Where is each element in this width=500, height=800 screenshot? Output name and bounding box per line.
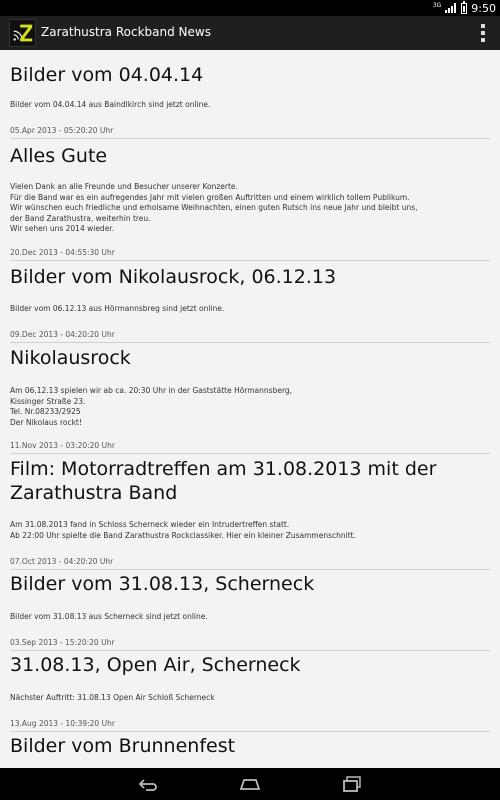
news-item[interactable]: Bilder vom 04.04.14: [10, 63, 490, 87]
zarathustra-app-icon[interactable]: [9, 19, 36, 47]
news-date-block: 13.Aug 2013 - 10:39:20 Uhr: [10, 719, 490, 728]
action-bar: Zarathustra Rockband News: [0, 16, 500, 50]
news-body-line: Bilder vom 06.12.13 aus Hörmannsbreg sin…: [10, 304, 225, 313]
news-body-line: Wir sehen uns 2014 wieder.: [10, 224, 115, 233]
news-body-line: Kissinger Straße 23.: [10, 396, 86, 406]
news-body-line: Bilder vom 04.04.14 aus Baindlkirch sind…: [10, 100, 211, 109]
news-date: 20.Dec 2013 - 04:55:30 Uhr: [10, 248, 115, 257]
news-item[interactable]: Alles Gute: [10, 144, 490, 168]
news-item[interactable]: Bilder vom Brunnenfest: [10, 734, 490, 758]
news-title-line: Zarathustra Band: [10, 482, 178, 504]
news-item[interactable]: Nikolausrock: [10, 346, 490, 370]
news-body: Nächster Auftritt: 31.08.13 Open Air Sch…: [10, 693, 490, 704]
news-list[interactable]: Bilder vom 04.04.14 Bilder vom 04.04.14 …: [0, 50, 500, 768]
news-date-block: 11.Nov 2013 - 03:20:20 Uhr: [10, 441, 490, 450]
news-title: Bilder vom 04.04.14: [10, 64, 204, 86]
news-title: Nikolausrock: [10, 347, 131, 369]
back-icon[interactable]: [136, 774, 160, 794]
news-body: Bilder vom 06.12.13 aus Hörmannsbreg sin…: [10, 304, 490, 315]
divider: [10, 342, 490, 343]
news-date-block: 20.Dec 2013 - 04:55:30 Uhr: [10, 248, 490, 257]
news-title-line: Film: Motorradtreffen am 31.08.2013 mit …: [10, 458, 437, 480]
status-bar: 3G 9:50: [0, 0, 500, 16]
news-date-block: 03.Sep 2013 - 15:20:20 Uhr: [10, 638, 490, 647]
news-date: 11.Nov 2013 - 03:20:20 Uhr: [10, 441, 115, 450]
status-bar-indicators: 3G 9:50: [432, 0, 496, 15]
news-date: 03.Sep 2013 - 15:20:20 Uhr: [10, 638, 115, 647]
news-body-line: Bilder vom 31.08.13 aus Scherneck sind j…: [10, 612, 208, 621]
divider: [10, 453, 490, 454]
news-body-line: Wir wünschen euch friedliche und erholsa…: [10, 203, 418, 212]
news-body-line: Der Nikolaus rockt!: [10, 417, 82, 427]
news-body-line: Am 06.12.13 spielen wir ab ca. 20:30 Uhr…: [10, 386, 293, 395]
divider: [10, 650, 490, 651]
news-date-block: 07.Oct 2013 - 04:20:20 Uhr: [10, 557, 490, 566]
news-date-block: 09.Dec 2013 - 04:20:20 Uhr: [10, 330, 490, 339]
divider: [10, 569, 490, 570]
battery-icon: [461, 0, 468, 14]
divider: [10, 731, 490, 732]
news-date: 09.Dec 2013 - 04:20:20 Uhr: [10, 330, 115, 339]
app-logo-z-icon: [10, 20, 35, 46]
news-body-line: der Band Zarathustra, weiterhin treu.: [10, 213, 151, 223]
news-item[interactable]: Bilder vom Nikolausrock, 06.12.13: [10, 265, 490, 289]
news-body-line: Vielen Dank an alle Freunde und Besucher…: [10, 182, 238, 191]
news-item[interactable]: Film: Motorradtreffen am 31.08.2013 mit …: [10, 457, 490, 505]
news-body: Am 31.08.2013 fand in Schloss Scherneck …: [10, 520, 490, 541]
network-3g-icon: 3G: [432, 2, 442, 9]
news-title: 31.08.13, Open Air, Scherneck: [10, 654, 301, 676]
news-date: 07.Oct 2013 - 04:20:20 Uhr: [10, 557, 114, 566]
news-date-block: 05.Apr 2013 - 05:20:20 Uhr: [10, 126, 490, 135]
app-title: Zarathustra Rockband News: [41, 25, 211, 39]
home-icon[interactable]: [238, 774, 262, 794]
news-body-line: Für die Band war es ein aufregendes Jahr…: [10, 192, 410, 202]
status-bar-time: 9:50: [471, 1, 496, 15]
news-item[interactable]: 31.08.13, Open Air, Scherneck: [10, 653, 490, 677]
divider: [10, 260, 490, 261]
news-body: Bilder vom 31.08.13 aus Scherneck sind j…: [10, 612, 490, 623]
news-date: 05.Apr 2013 - 05:20:20 Uhr: [10, 126, 114, 135]
news-body: Am 06.12.13 spielen wir ab ca. 20:30 Uhr…: [10, 386, 490, 428]
news-date: 13.Aug 2013 - 10:39:20 Uhr: [10, 719, 115, 728]
news-item[interactable]: Bilder vom 31.08.13, Scherneck: [10, 572, 490, 596]
news-title: Bilder vom Brunnenfest: [10, 735, 236, 757]
news-title: Bilder vom 31.08.13, Scherneck: [10, 573, 315, 595]
news-body-line: Nächster Auftritt: 31.08.13 Open Air Sch…: [10, 693, 215, 702]
news-body: Bilder vom 04.04.14 aus Baindlkirch sind…: [10, 100, 490, 111]
overflow-menu-icon[interactable]: [480, 24, 486, 42]
news-title: Alles Gute: [10, 145, 108, 167]
recent-apps-icon[interactable]: [340, 774, 364, 794]
news-title: Bilder vom Nikolausrock, 06.12.13: [10, 266, 337, 288]
news-body-line: Ab 22:00 Uhr spielte die Band Zarathustr…: [10, 530, 356, 540]
news-body-line: Tel. Nr.08233/2925: [10, 407, 81, 416]
divider: [10, 138, 490, 139]
news-body: Vielen Dank an alle Freunde und Besucher…: [10, 182, 490, 235]
navigation-bar: [0, 768, 500, 800]
news-body-line: Am 31.08.2013 fand in Schloss Scherneck …: [10, 520, 290, 529]
signal-icon: [445, 3, 457, 13]
